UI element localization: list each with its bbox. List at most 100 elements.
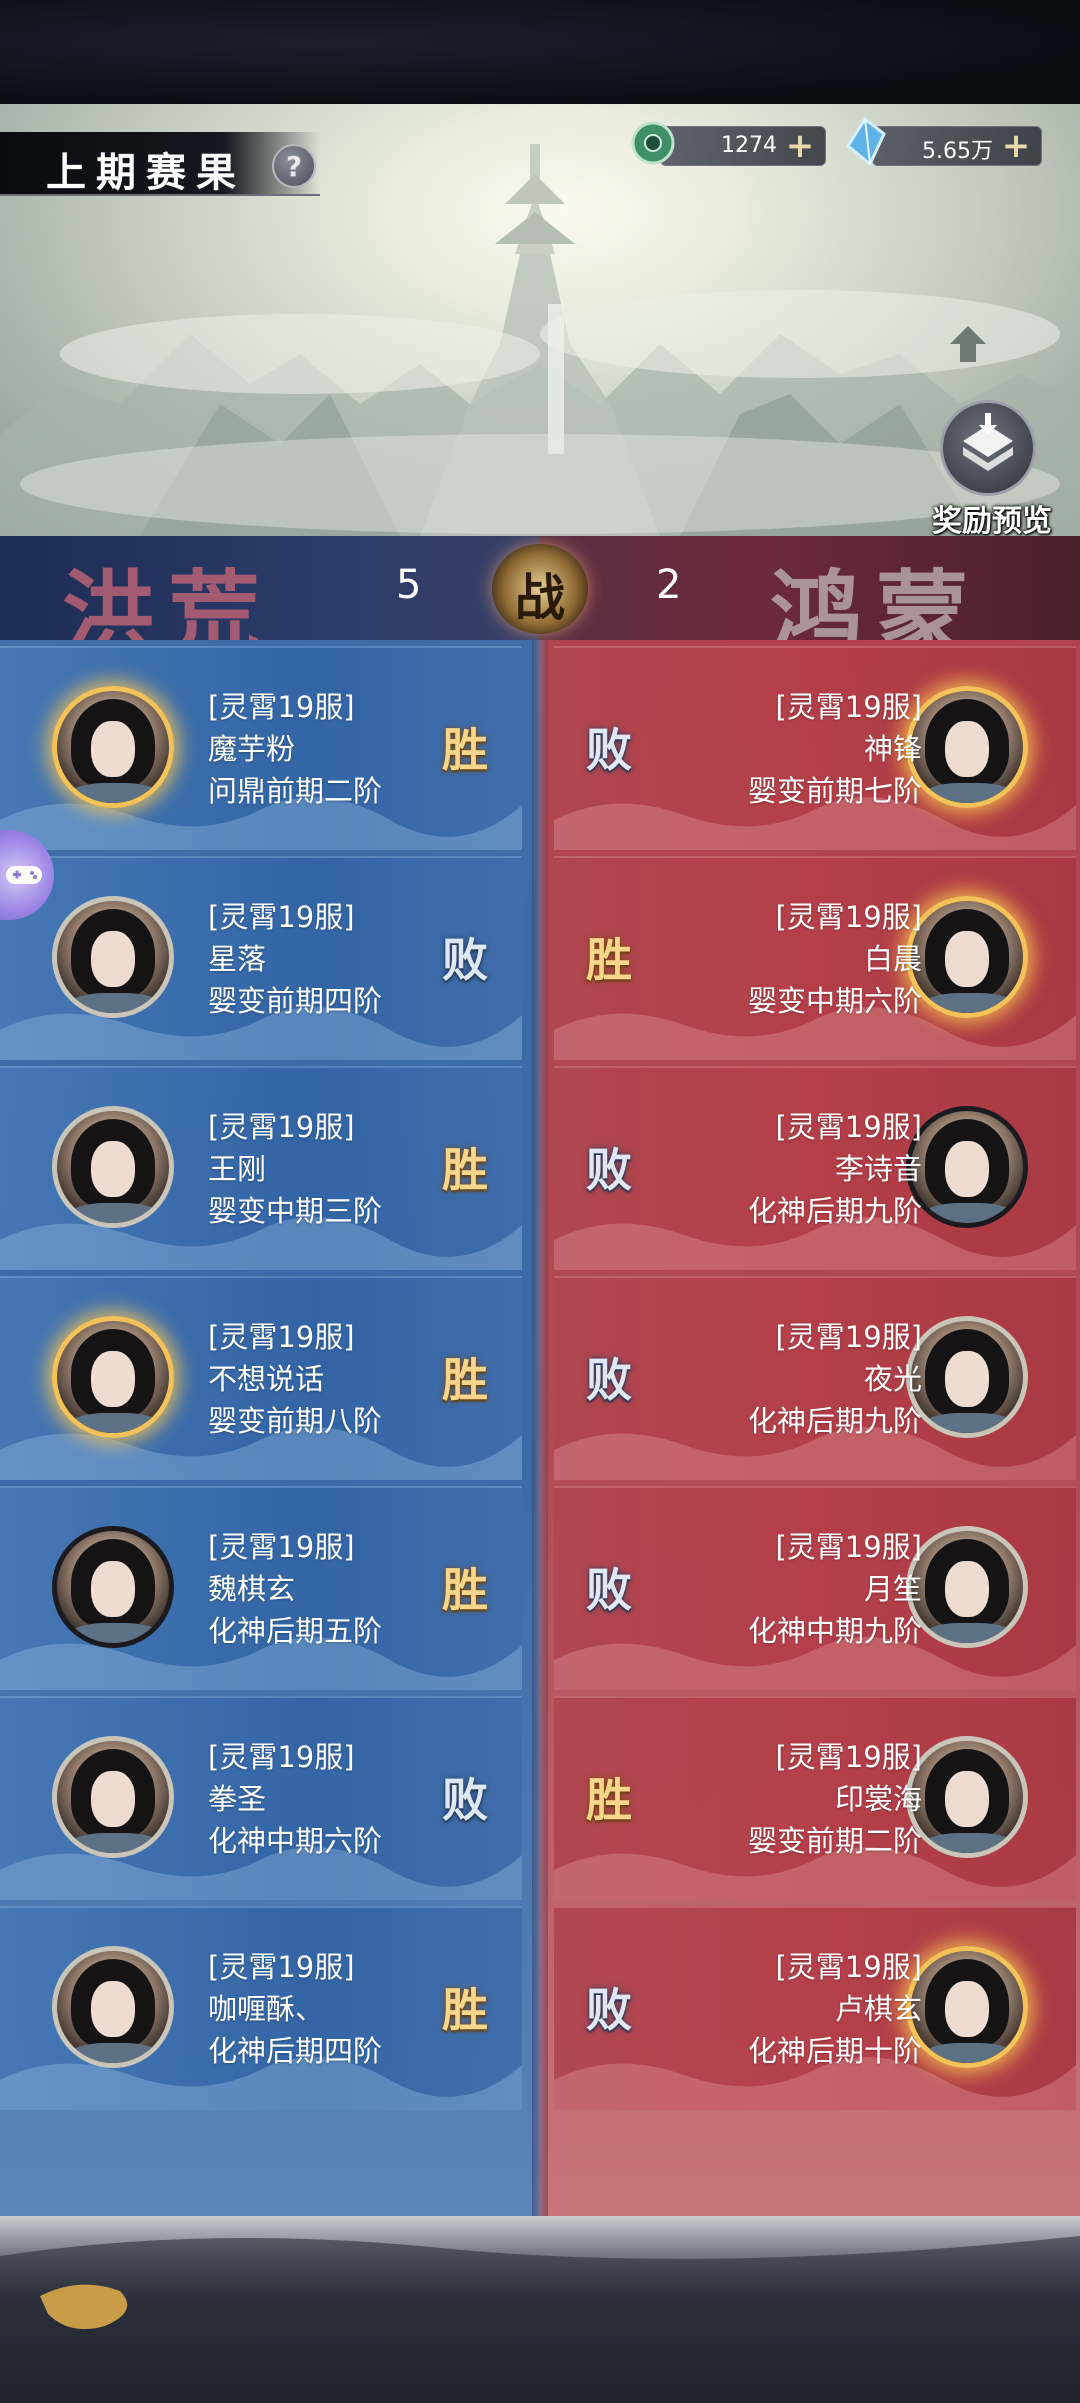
player-name: 白晨 bbox=[863, 942, 922, 976]
avatar-face bbox=[91, 721, 135, 777]
page-title: 上期赛果 bbox=[46, 149, 246, 196]
right-player-card[interactable]: [灵霄19服] 神锋 婴变前期七阶 败 bbox=[554, 646, 1076, 850]
player-avatar[interactable] bbox=[52, 1316, 174, 1438]
add-jade-button[interactable]: + bbox=[783, 129, 817, 163]
match-result: 胜 bbox=[442, 1143, 488, 1197]
player-info: [灵霄19服] 星落 婴变前期四阶 bbox=[208, 896, 382, 1022]
player-avatar[interactable] bbox=[906, 1736, 1028, 1858]
left-player-card[interactable]: [灵霄19服] 魔芋粉 问鼎前期二阶 胜 bbox=[0, 646, 522, 850]
match-result: 胜 bbox=[442, 1563, 488, 1617]
avatar-face bbox=[91, 1351, 135, 1407]
player-avatar[interactable] bbox=[52, 1106, 174, 1228]
left-player-card[interactable]: [灵霄19服] 咖喱酥、 化神后期四阶 胜 bbox=[0, 1906, 522, 2110]
match-result: 败 bbox=[586, 1563, 632, 1617]
reward-preview-circle bbox=[940, 400, 1036, 496]
right-player-card[interactable]: [灵霄19服] 印裳海 婴变前期二阶 胜 bbox=[554, 1696, 1076, 1900]
player-server: [灵霄19服] bbox=[775, 1110, 922, 1144]
player-rank: 化神后期五阶 bbox=[208, 1614, 383, 1648]
player-name: 魏棋玄 bbox=[208, 1572, 296, 1606]
player-avatar[interactable] bbox=[906, 686, 1028, 808]
reward-preview-button[interactable]: 奖励预览 bbox=[912, 400, 1072, 536]
player-avatar[interactable] bbox=[52, 686, 174, 808]
avatar-face bbox=[945, 1141, 989, 1197]
player-server: [灵霄19服] bbox=[208, 1320, 355, 1354]
player-server: [灵霄19服] bbox=[208, 1740, 355, 1774]
player-avatar[interactable] bbox=[906, 896, 1028, 1018]
player-server: [灵霄19服] bbox=[775, 1530, 922, 1564]
player-name: 神锋 bbox=[863, 732, 922, 766]
right-player-card[interactable]: [灵霄19服] 月笙 化神中期九阶 败 bbox=[554, 1486, 1076, 1690]
player-name: 月笙 bbox=[863, 1572, 922, 1606]
jade-coin-icon bbox=[631, 121, 675, 165]
help-button[interactable]: ? bbox=[272, 144, 316, 188]
left-team-name: 洪荒 bbox=[62, 560, 275, 640]
ink-cloud-decor bbox=[0, 2236, 1080, 2403]
match-result: 败 bbox=[586, 1353, 632, 1407]
player-rank: 化神后期九阶 bbox=[747, 1194, 922, 1228]
player-server: [灵霄19服] bbox=[208, 1110, 355, 1144]
player-info: [灵霄19服] 夜光 化神后期九阶 bbox=[748, 1316, 922, 1442]
player-info: [灵霄19服] 印裳海 婴变前期二阶 bbox=[748, 1736, 922, 1862]
add-crystal-button[interactable]: + bbox=[999, 129, 1033, 163]
column-divider bbox=[532, 640, 548, 2216]
player-name: 印裳海 bbox=[834, 1782, 922, 1816]
player-name: 星落 bbox=[208, 942, 267, 976]
battle-emblem: 战 bbox=[492, 544, 588, 634]
gamepad-icon bbox=[6, 866, 42, 884]
avatar-face bbox=[91, 1141, 135, 1197]
player-info: [灵霄19服] 魏棋玄 化神后期五阶 bbox=[208, 1526, 382, 1652]
player-info: [灵霄19服] 李诗音 化神后期九阶 bbox=[748, 1106, 922, 1232]
player-avatar[interactable] bbox=[906, 1946, 1028, 2068]
player-rank: 婴变前期四阶 bbox=[208, 984, 383, 1018]
versus-header: 洪荒 鸿蒙 5 2 战 bbox=[0, 536, 1080, 640]
player-avatar[interactable] bbox=[52, 1526, 174, 1648]
player-info: [灵霄19服] 不想说话 婴变前期八阶 bbox=[208, 1316, 382, 1442]
reward-box-icon bbox=[963, 413, 1013, 471]
currency-jade-value: 1274 bbox=[721, 133, 777, 158]
left-player-card[interactable]: [灵霄19服] 王刚 婴变中期三阶 胜 bbox=[0, 1066, 522, 1270]
right-team-name: 鸿蒙 bbox=[770, 560, 983, 640]
left-player-card[interactable]: [灵霄19服] 不想说话 婴变前期八阶 胜 bbox=[0, 1276, 522, 1480]
player-rank: 化神中期六阶 bbox=[208, 1824, 383, 1858]
match-result: 胜 bbox=[442, 723, 488, 777]
player-info: [灵霄19服] 魔芋粉 问鼎前期二阶 bbox=[208, 686, 382, 812]
player-info: [灵霄19服] 拳圣 化神中期六阶 bbox=[208, 1736, 382, 1862]
player-server: [灵霄19服] bbox=[775, 1950, 922, 1984]
bottom-decor bbox=[0, 2216, 1080, 2403]
player-avatar[interactable] bbox=[52, 896, 174, 1018]
avatar-face bbox=[945, 1561, 989, 1617]
currency-jade: 1274 + bbox=[660, 126, 826, 166]
left-player-card[interactable]: [灵霄19服] 拳圣 化神中期六阶 败 bbox=[0, 1696, 522, 1900]
right-player-card[interactable]: [灵霄19服] 卢棋玄 化神后期十阶 败 bbox=[554, 1906, 1076, 2110]
battle-emblem-text: 战 bbox=[515, 568, 565, 627]
match-result: 败 bbox=[586, 1983, 632, 2037]
player-name: 李诗音 bbox=[834, 1152, 922, 1186]
player-server: [灵霄19服] bbox=[208, 1950, 355, 1984]
avatar-face bbox=[945, 1771, 989, 1827]
player-server: [灵霄19服] bbox=[775, 1740, 922, 1774]
player-avatar[interactable] bbox=[906, 1526, 1028, 1648]
right-player-card[interactable]: [灵霄19服] 李诗音 化神后期九阶 败 bbox=[554, 1066, 1076, 1270]
player-info: [灵霄19服] 卢棋玄 化神后期十阶 bbox=[748, 1946, 922, 2072]
player-server: [灵霄19服] bbox=[775, 1320, 922, 1354]
avatar-face bbox=[945, 1981, 989, 2037]
player-rank: 化神中期九阶 bbox=[747, 1614, 922, 1648]
avatar-face bbox=[91, 1561, 135, 1617]
left-player-card[interactable]: [灵霄19服] 魏棋玄 化神后期五阶 胜 bbox=[0, 1486, 522, 1690]
player-rank: 婴变中期三阶 bbox=[208, 1194, 383, 1228]
player-info: [灵霄19服] 王刚 婴变中期三阶 bbox=[208, 1106, 382, 1232]
player-avatar[interactable] bbox=[906, 1106, 1028, 1228]
match-result: 败 bbox=[586, 723, 632, 777]
player-avatar[interactable] bbox=[52, 1736, 174, 1858]
player-avatar[interactable] bbox=[52, 1946, 174, 2068]
player-name: 咖喱酥、 bbox=[208, 1992, 325, 2026]
player-avatar[interactable] bbox=[906, 1316, 1028, 1438]
match-result: 败 bbox=[586, 1143, 632, 1197]
player-rank: 婴变中期六阶 bbox=[747, 984, 922, 1018]
player-rank: 婴变前期八阶 bbox=[208, 1404, 383, 1438]
right-player-card[interactable]: [灵霄19服] 白晨 婴变中期六阶 胜 bbox=[554, 856, 1076, 1060]
left-player-card[interactable]: [灵霄19服] 星落 婴变前期四阶 败 bbox=[0, 856, 522, 1060]
player-server: [灵霄19服] bbox=[775, 690, 922, 724]
right-player-card[interactable]: [灵霄19服] 夜光 化神后期九阶 败 bbox=[554, 1276, 1076, 1480]
player-info: [灵霄19服] 白晨 婴变中期六阶 bbox=[748, 896, 922, 1022]
